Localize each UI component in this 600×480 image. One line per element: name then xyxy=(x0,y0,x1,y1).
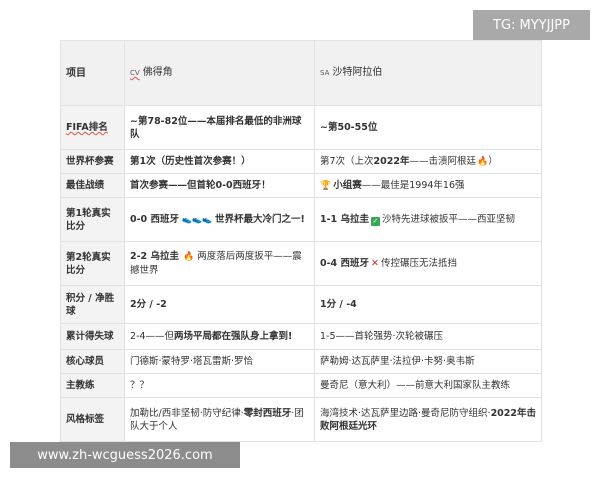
row-label: 累计得失球 xyxy=(60,323,125,350)
boot-icon: 👟👟👟 xyxy=(182,215,212,224)
team-b-cell: 1-1 乌拉圭 ✓ 沙特先进球被扳平——西亚坚韧 xyxy=(314,197,542,242)
table-row: 主教练 ？？ 曼奇尼（意大利）——前意大利国家队主教练 xyxy=(60,373,542,398)
team-a-pre: 2-4——但 xyxy=(130,331,175,342)
team-a-cell: 第1次（历史性首次参赛！） xyxy=(124,149,315,174)
team-a-bold: 2-2 乌拉圭 xyxy=(130,251,179,262)
team-a-cell: ？？ xyxy=(124,373,315,398)
site-url-banner[interactable]: www.zh-wcguess2026.com xyxy=(10,442,240,468)
team-b-post: 传控碾压无法抵挡 xyxy=(380,258,457,269)
team-a-cell: 2-4——但两场平局都在强队身上拿到! xyxy=(124,323,315,350)
trophy-icon: 🏆 xyxy=(320,180,332,191)
team-b-name: 沙特阿拉伯 xyxy=(332,67,383,78)
row-label: 世界杯参赛 xyxy=(60,149,125,174)
row-label: 最佳战绩 xyxy=(60,173,125,198)
team-a-bold: 零封西班牙 xyxy=(243,407,292,419)
team-a-cell: 门德斯·蒙特罗·塔瓦雷斯·罗恰 xyxy=(124,349,315,374)
team-a-name: 佛得角 xyxy=(142,67,173,78)
team-b-post: 沙特先进球被扳平——西亚坚韧 xyxy=(381,214,515,225)
team-a-cell: 加勒比/西非坚韧·防守纪律·零封西班牙·团队大于个人 xyxy=(124,397,315,442)
fire-icon: 🔥 xyxy=(183,252,195,262)
table-row: 核心球员 门德斯·蒙特罗·塔瓦雷斯·罗恰 萨勒姆·达瓦萨里·法拉伊·卡努·奥韦斯 xyxy=(60,349,542,374)
team-a-cell: ~第78-82位——本届排名最低的非洲球队 xyxy=(124,105,315,150)
row-label-text: FIFA排名 xyxy=(66,122,108,133)
row-label: 风格标签 xyxy=(60,397,125,442)
row-label: 核心球员 xyxy=(60,349,125,374)
team-a-bold: 两场平局都在强队身上拿到! xyxy=(174,331,293,342)
table-row: 积分 / 净胜球 2分 / -2 1分 / -4 xyxy=(60,285,542,324)
team-a-code: CV xyxy=(130,69,140,77)
team-b-cell: 海湾技术·达瓦萨里边路·曼奇尼防守组织·2022年击败阿根廷光环 xyxy=(314,397,542,442)
check-icon: ✓ xyxy=(370,217,380,226)
team-b-cell: 第7次（上次2022年——击溃阿根廷🔥） xyxy=(314,149,542,174)
row-label: FIFA排名 xyxy=(60,105,125,150)
team-b-cell: ~第50-55位 xyxy=(314,105,542,150)
table-row: FIFA排名 ~第78-82位——本届排名最低的非洲球队 ~第50-55位 xyxy=(60,105,542,150)
table-row: 世界杯参赛 第1次（历史性首次参赛！） 第7次（上次2022年——击溃阿根廷🔥） xyxy=(60,149,542,174)
team-b-cell: 1-5——首轮强势·次轮被碾压 xyxy=(314,323,542,350)
team-b-bold: 0-4 西班牙 xyxy=(320,258,369,269)
team-b-code: SA xyxy=(320,69,330,77)
team-a-pre: 加勒比/西非坚韧·防守纪律· xyxy=(130,407,244,419)
team-b-pre: 海湾技术·达瓦萨里边路·曼奇尼防守组织· xyxy=(320,407,491,419)
table-header-row: 项目 CV 佛得角 SA 沙特阿拉伯 xyxy=(60,40,542,106)
team-a-bold: 0-0 西班牙 xyxy=(130,214,179,225)
team-b-pre: 第7次（上次 xyxy=(320,155,374,167)
team-a-cell: 2分 / -2 xyxy=(124,285,315,324)
header-team-a: CV 佛得角 xyxy=(124,40,315,106)
table-row: 风格标签 加勒比/西非坚韧·防守纪律·零封西班牙·团队大于个人 海湾技术·达瓦萨… xyxy=(60,397,542,442)
row-label: 第2轮真实比分 xyxy=(60,241,125,286)
team-b-cell: 曼奇尼（意大利）——前意大利国家队主教练 xyxy=(314,373,542,398)
team-a-cell: 0-0 西班牙 👟👟👟 世界杯最大冷门之一! xyxy=(124,197,315,242)
team-b-cell: 萨勒姆·达瓦萨里·法拉伊·卡努·奥韦斯 xyxy=(314,349,542,374)
table-row: 累计得失球 2-4——但两场平局都在强队身上拿到! 1-5——首轮强势·次轮被碾… xyxy=(60,323,542,350)
team-b-post: ——击溃阿根廷 xyxy=(409,155,477,167)
header-team-b: SA 沙特阿拉伯 xyxy=(314,40,542,106)
table-row: 最佳战绩 首次参赛——但首轮0-0西班牙！ 🏆 小组赛——最佳是1994年16强 xyxy=(60,173,542,198)
team-a-cell: 2-2 乌拉圭 🔥 两度落后两度扳平——震撼世界 xyxy=(124,241,315,286)
team-a-post: 世界杯最大冷门之一! xyxy=(214,214,305,225)
row-label: 积分 / 净胜球 xyxy=(60,285,125,324)
watermark: TG: MYYJJPP xyxy=(473,10,590,40)
table-row: 第1轮真实比分 0-0 西班牙 👟👟👟 世界杯最大冷门之一! 1-1 乌拉圭 ✓ 沙… xyxy=(60,197,542,242)
table-row: 第2轮真实比分 2-2 乌拉圭 🔥 两度落后两度扳平——震撼世界 0-4 西班牙… xyxy=(60,241,542,286)
row-label: 第1轮真实比分 xyxy=(60,197,125,242)
team-b-cell: 0-4 西班牙 ✕ 传控碾压无法抵挡 xyxy=(314,241,542,286)
row-label: 主教练 xyxy=(60,373,125,398)
team-b-bold: 小组赛 xyxy=(333,179,362,191)
team-b-bold: 1-1 乌拉圭 xyxy=(320,214,369,225)
team-a-cell: 首次参赛——但首轮0-0西班牙！ xyxy=(124,173,315,198)
cross-icon: ✕ xyxy=(370,258,379,269)
header-item-label: 项目 xyxy=(66,67,86,79)
team-b-cell: 1分 / -4 xyxy=(314,285,542,324)
team-b-cell: 🏆 小组赛——最佳是1994年16强 xyxy=(314,173,542,198)
team-b-bold: 2022年 xyxy=(373,155,410,167)
header-item: 项目 xyxy=(60,40,125,106)
team-b-post: ——最佳是1994年16强 xyxy=(361,179,465,191)
fire-icon: 🔥 xyxy=(477,156,489,167)
comparison-table: 项目 CV 佛得角 SA 沙特阿拉伯 FIFA排名 ~第78-82位——本届排名最低… xyxy=(60,40,542,442)
